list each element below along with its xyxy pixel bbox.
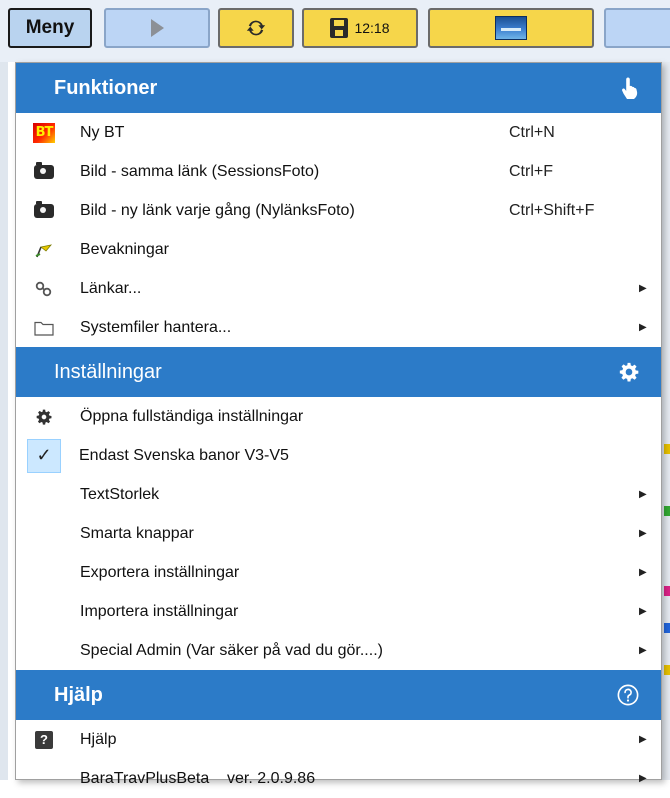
gear-icon (36, 409, 52, 425)
menu-button-label: Meny (25, 17, 75, 38)
section-header-hjalp: Hjälp (16, 670, 661, 720)
camera-icon (34, 200, 54, 218)
background-marker (664, 506, 670, 516)
section-title: Inställningar (54, 360, 162, 383)
menu-item-shortcut: Ctrl+Shift+F (509, 201, 595, 219)
main-menu-dropdown: Funktioner BT Ny BT Ctrl+N Bild - samma … (15, 62, 662, 787)
menu-item-label: Länkar... (80, 279, 142, 297)
save-icon (330, 18, 349, 38)
submenu-arrow-icon: ▶ (639, 734, 647, 745)
menu-item-label: Exportera inställningar (80, 563, 240, 581)
submenu-arrow-icon: ▶ (639, 528, 647, 539)
menu-item-textstorlek[interactable]: TextStorlek ▶ (16, 475, 661, 514)
link-icon (35, 281, 52, 296)
menu-item-systemfiler[interactable]: Systemfiler hantera... ▶ (16, 308, 661, 347)
sync-icon (246, 20, 266, 36)
hand-pointer-icon (622, 77, 638, 99)
menu-item-label: Special Admin (Var säker på vad du gör..… (80, 641, 383, 659)
menu-item-special-admin[interactable]: Special Admin (Var säker på vad du gör..… (16, 631, 661, 670)
folder-icon (34, 321, 54, 336)
submenu-arrow-icon: ▶ (639, 322, 647, 333)
flag-icon (35, 243, 53, 257)
background-marker (664, 586, 670, 596)
play-icon (150, 19, 164, 37)
bt-icon: BT (33, 122, 55, 143)
image-icon (495, 16, 527, 40)
menu-item-shortcut: Ctrl+F (509, 162, 553, 180)
menu-button[interactable]: Meny (8, 8, 92, 48)
section-title: Hjälp (54, 683, 103, 706)
menu-item-endast-svenska-banor[interactable]: ✓ Endast Svenska banor V3-V5 (16, 436, 661, 475)
menu-item-bevakningar[interactable]: Bevakningar (16, 230, 661, 269)
background-marker (664, 623, 670, 633)
menu-item-exportera[interactable]: Exportera inställningar ▶ (16, 553, 661, 592)
menu-item-label: Smarta knappar (80, 524, 194, 542)
submenu-arrow-icon: ▶ (639, 489, 647, 500)
background-left-strip (0, 62, 8, 780)
submenu-arrow-icon: ▶ (639, 773, 647, 784)
section-header-installningar: Inställningar (16, 347, 661, 397)
section-title: Funktioner (54, 76, 158, 99)
submenu-arrow-icon: ▶ (639, 645, 647, 656)
extra-toolbar-button[interactable] (604, 8, 670, 48)
menu-item-label: Ny BT (80, 123, 125, 141)
menu-item-ny-bt[interactable]: BT Ny BT Ctrl+N (16, 113, 661, 152)
menu-item-hjalp[interactable]: ? Hjälp ▶ (16, 720, 661, 759)
save-clock-button[interactable]: 12:18 (302, 8, 418, 48)
gear-icon (619, 362, 639, 382)
section-header-funktioner: Funktioner (16, 63, 661, 113)
menu-item-label: Importera inställningar (80, 602, 239, 620)
background-marker (664, 444, 670, 454)
sync-button[interactable] (218, 8, 294, 48)
menu-item-lankar[interactable]: Länkar... ▶ (16, 269, 661, 308)
menu-item-label: Bevakningar (80, 240, 169, 258)
image-button[interactable] (428, 8, 594, 48)
background-marker (664, 665, 670, 675)
menu-item-label: Hjälp (80, 730, 117, 748)
camera-icon (34, 161, 54, 179)
play-button[interactable] (104, 8, 210, 48)
menu-item-version[interactable]: BaraTravPlusBeta ver. 2.0.9.86 ▶ (16, 759, 661, 798)
submenu-arrow-icon: ▶ (639, 283, 647, 294)
submenu-arrow-icon: ▶ (639, 606, 647, 617)
help-square-icon: ? (35, 730, 53, 749)
clock-label: 12:18 (354, 20, 390, 36)
toolbar: Meny 12:18 (0, 0, 670, 62)
menu-item-bild-samma-lank[interactable]: Bild - samma länk (SessionsFoto) Ctrl+F (16, 152, 661, 191)
submenu-arrow-icon: ▶ (639, 567, 647, 578)
menu-item-label: Öppna fullständiga inställningar (80, 407, 304, 425)
menu-item-label: Systemfiler hantera... (80, 318, 232, 336)
menu-item-importera[interactable]: Importera inställningar ▶ (16, 592, 661, 631)
menu-item-smarta-knappar[interactable]: Smarta knappar ▶ (16, 514, 661, 553)
check-icon: ✓ (27, 438, 61, 473)
menu-item-label: TextStorlek (80, 485, 160, 503)
menu-item-label: BaraTravPlusBeta ver. 2.0.9.86 (80, 769, 316, 787)
menu-item-label: Bild - ny länk varje gång (NylänksFoto) (80, 201, 355, 219)
menu-item-label: Endast Svenska banor V3-V5 (79, 446, 289, 464)
menu-item-bild-ny-lank[interactable]: Bild - ny länk varje gång (NylänksFoto) … (16, 191, 661, 230)
menu-item-label: Bild - samma länk (SessionsFoto) (80, 162, 320, 180)
menu-item-shortcut: Ctrl+N (509, 123, 555, 141)
help-circle-icon (617, 684, 639, 706)
menu-item-oppna-installningar[interactable]: Öppna fullständiga inställningar (16, 397, 661, 436)
